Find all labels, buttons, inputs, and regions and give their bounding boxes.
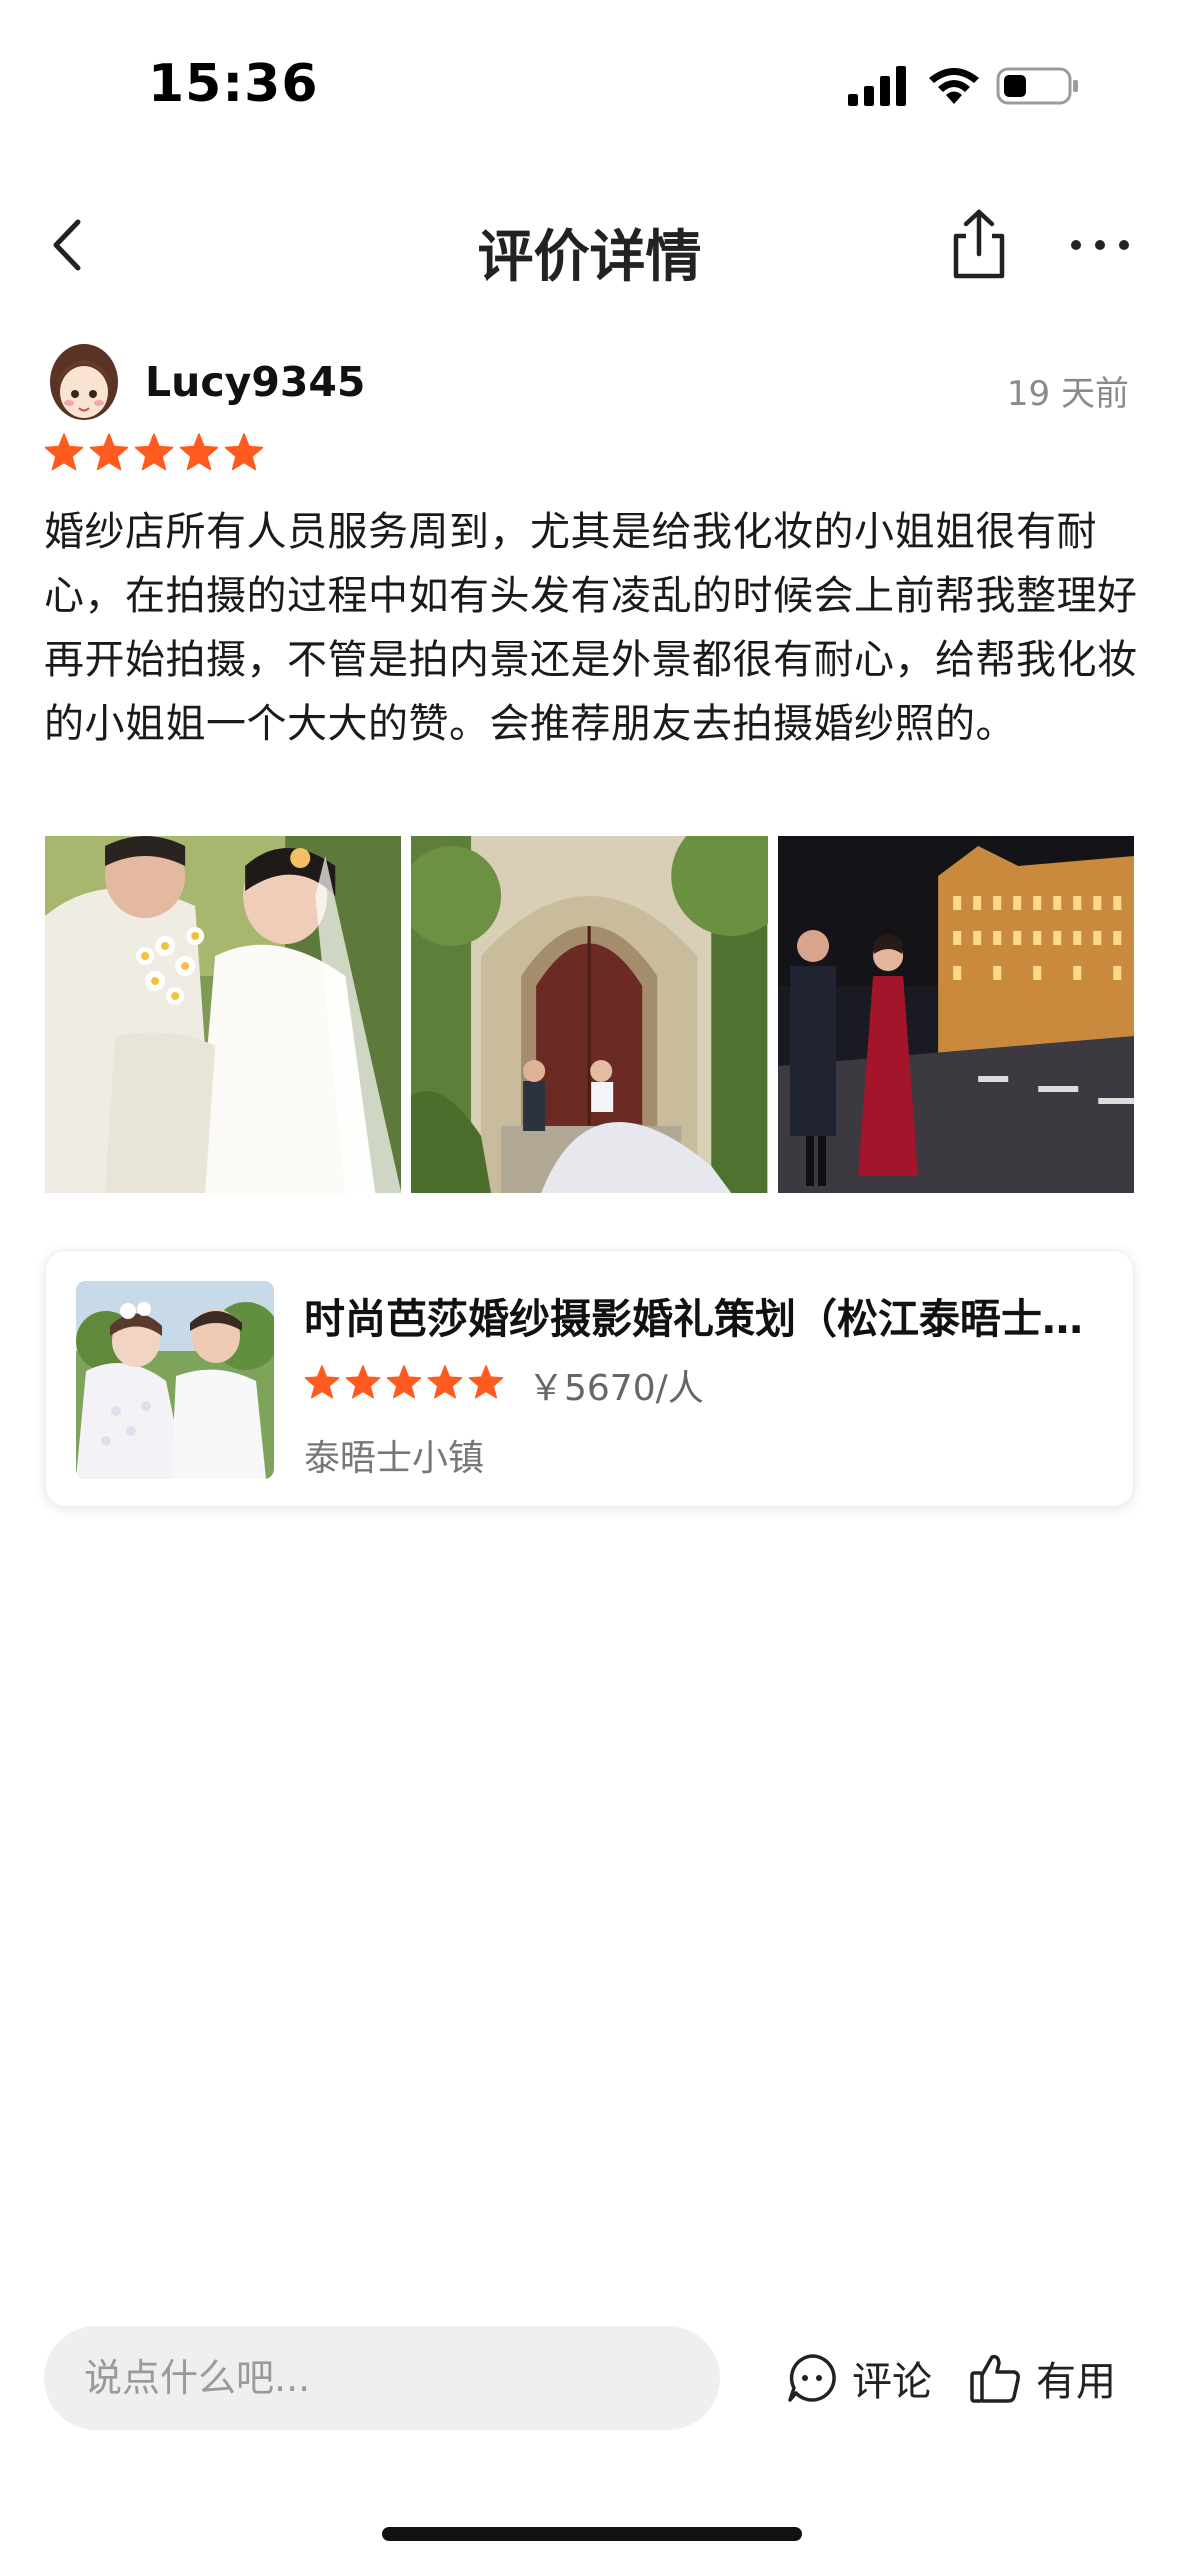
nav-bar: 评价详情 — [0, 190, 1179, 300]
star-icon — [345, 1365, 381, 1399]
home-indicator — [382, 2527, 802, 2541]
signal-icon — [848, 66, 906, 106]
star-icon — [468, 1365, 504, 1399]
star-icon — [44, 433, 84, 471]
product-rating — [304, 1364, 504, 1404]
comment-input[interactable] — [44, 2326, 720, 2430]
review-rating — [44, 432, 264, 476]
share-icon[interactable] — [944, 206, 1014, 282]
wifi-icon — [929, 68, 979, 104]
star-icon — [427, 1365, 463, 1399]
useful-label: 有用 — [1036, 2359, 1116, 2405]
star-icon — [179, 433, 219, 471]
review-photos — [45, 836, 1134, 1193]
status-time: 15:36 — [148, 54, 319, 114]
more-icon[interactable] — [1060, 210, 1140, 280]
product-title: 时尚芭莎婚纱摄影婚礼策划（松江泰晤士小镇店） — [304, 1295, 1104, 1343]
review-photo-3[interactable] — [777, 836, 1134, 1193]
product-price: ￥5670/人 — [528, 1368, 704, 1409]
useful-button[interactable]: 有用 — [968, 2340, 1116, 2416]
star-icon — [89, 433, 129, 471]
comment-icon — [788, 2354, 836, 2402]
review-photo-2[interactable] — [411, 836, 768, 1193]
star-icon — [134, 433, 174, 471]
review-text: 婚纱店所有人员服务周到，尤其是给我化妆的小姐姐很有耐心，在拍摄的过程中如有头发有… — [44, 509, 1138, 747]
product-thumbnail — [76, 1281, 274, 1479]
battery-icon — [996, 67, 1078, 105]
avatar[interactable] — [46, 342, 122, 426]
comment-label: 评论 — [852, 2359, 932, 2405]
thumbs-up-icon — [970, 2354, 1020, 2403]
status-bar: 15:36 — [0, 0, 1179, 150]
review-photo-1[interactable] — [45, 836, 402, 1193]
comment-button[interactable]: 评论 — [786, 2340, 932, 2416]
star-icon — [304, 1365, 340, 1399]
product-location: 泰晤士小镇 — [304, 1438, 485, 1479]
star-icon — [386, 1365, 422, 1399]
review-timestamp: 19 天前 — [1006, 374, 1129, 414]
product-card[interactable]: 时尚芭莎婚纱摄影婚礼策划（松江泰晤士小镇店） ￥5670/人 泰晤士小镇 — [45, 1250, 1134, 1507]
username[interactable]: Lucy9345 — [145, 358, 365, 406]
star-icon — [224, 433, 264, 471]
